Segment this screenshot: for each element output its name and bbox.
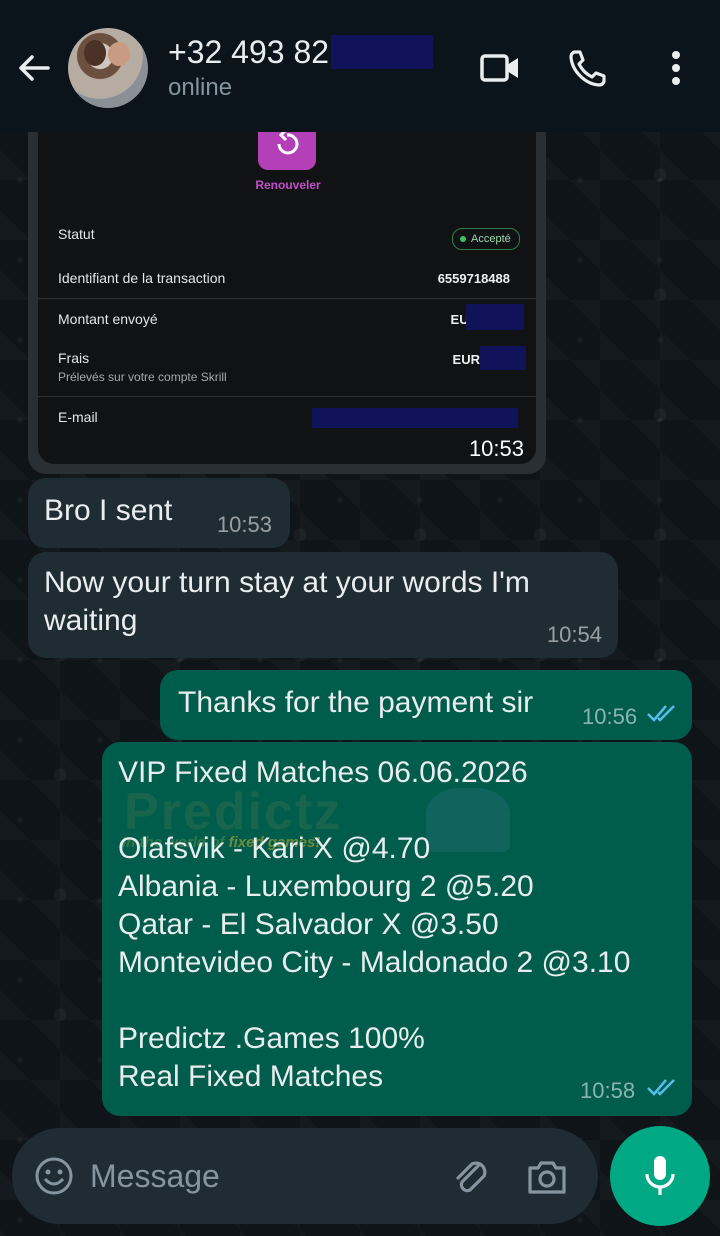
fees-sub: Prélevés sur votre compte Skrill	[58, 370, 227, 384]
message-text: Predictz .Games 100%	[118, 1022, 425, 1055]
message-time: 10:56	[582, 704, 638, 729]
message-text: Thanks for the payment sir	[178, 686, 534, 719]
message-text: Bro I sent	[44, 494, 173, 527]
status-badge: Accepté	[452, 228, 520, 250]
transaction-label: Identifiant de la transaction	[58, 270, 226, 286]
message-time: 10:58	[580, 1078, 636, 1103]
more-vertical-icon	[672, 51, 680, 85]
message-text: Albania - Luxembourg 2 @5.20	[118, 870, 534, 903]
voice-call-button[interactable]	[566, 46, 610, 90]
fees-label: Frais	[58, 350, 90, 366]
outgoing-message[interactable]: Predictz In the world of fixed games! VI…	[102, 742, 692, 1116]
message-composer: Message	[12, 1128, 598, 1224]
paperclip-icon	[456, 1161, 487, 1193]
message-text: Real Fixed Matches	[118, 1060, 384, 1093]
message-time: 10:53	[468, 436, 524, 461]
image-message[interactable]: Renouveler Statut Accepté Identifiant de…	[28, 110, 546, 474]
message-input[interactable]: Message	[90, 1158, 220, 1195]
message-text: Qatar - El Salvador X @3.50	[118, 908, 499, 941]
camera-icon	[528, 1161, 566, 1194]
divider	[38, 396, 536, 397]
emoji-button[interactable]	[34, 1156, 74, 1196]
renew-label: Renouveler	[255, 178, 321, 192]
phone-icon	[569, 50, 606, 87]
redacted-block	[312, 408, 518, 428]
read-receipt-icon	[647, 1079, 675, 1096]
voice-message-button[interactable]	[610, 1126, 710, 1226]
message-text: waiting	[44, 604, 138, 637]
video-camera-icon	[480, 54, 518, 82]
message-time: 10:54	[546, 622, 602, 647]
attach-button[interactable]	[448, 1154, 494, 1200]
transaction-id: 6559718488	[437, 271, 510, 286]
message-text: Now your turn stay at your words I'm	[44, 566, 530, 599]
fees-currency: EUR	[452, 352, 480, 367]
contact-status: online	[168, 74, 233, 101]
payment-screenshot: Renouveler Statut Accepté Identifiant de…	[38, 110, 536, 464]
incoming-message[interactable]: Bro I sent 10:53	[28, 478, 290, 548]
read-receipt-icon	[647, 705, 675, 722]
incoming-message[interactable]: Now your turn stay at your words I'm wai…	[28, 552, 618, 658]
message-text: Olafsvik - Kari X @4.70	[118, 832, 431, 865]
redacted-block	[331, 35, 434, 69]
email-label: E-mail	[58, 409, 98, 425]
amount-label: Montant envoyé	[58, 311, 158, 327]
avatar[interactable]	[68, 28, 148, 108]
contact-name[interactable]: +32 493 82	[168, 34, 434, 71]
chat-header: +32 493 82 online	[0, 0, 720, 132]
message-text: Montevideo City - Maldonado 2 @3.10	[118, 946, 631, 979]
player-figure	[426, 788, 510, 852]
redacted-block	[480, 346, 526, 370]
status-label: Statut	[58, 226, 95, 242]
camera-button[interactable]	[524, 1154, 570, 1200]
arrow-left-icon	[19, 55, 50, 81]
outgoing-message[interactable]: Thanks for the payment sir 10:56	[160, 670, 692, 740]
divider	[38, 298, 536, 299]
more-options-button[interactable]	[654, 46, 698, 90]
emoji-icon	[35, 1157, 73, 1195]
video-call-button[interactable]	[478, 46, 522, 90]
microphone-icon	[645, 1156, 675, 1195]
back-button[interactable]	[14, 48, 54, 88]
message-text: VIP Fixed Matches 06.06.2026	[118, 756, 528, 789]
redacted-block	[466, 304, 524, 330]
message-time: 10:53	[216, 512, 272, 537]
